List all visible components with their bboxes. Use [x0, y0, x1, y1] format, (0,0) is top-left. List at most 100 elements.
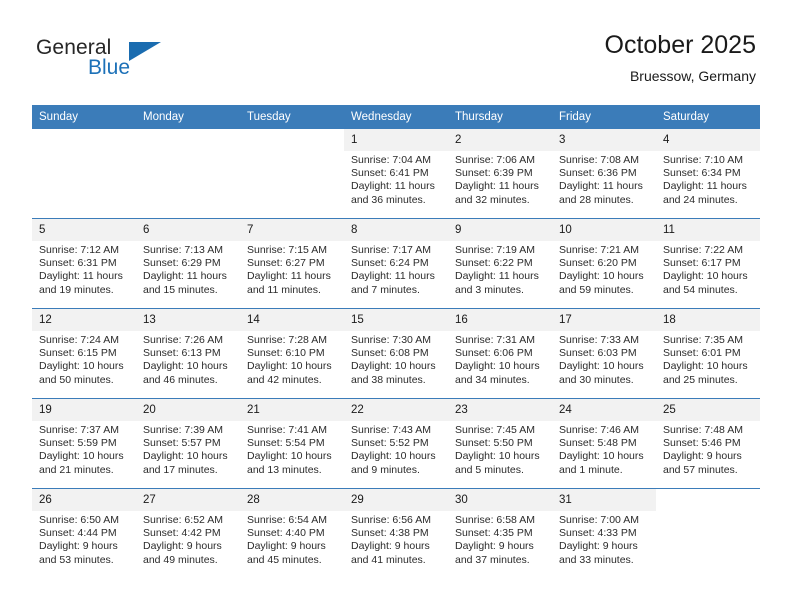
- day-info-line: Sunrise: 7:13 AM: [143, 244, 223, 256]
- day-info-line: Sunset: 6:34 PM: [663, 167, 741, 180]
- day-info-line: Sunset: 6:29 PM: [143, 257, 221, 270]
- day-number: 20: [136, 399, 240, 421]
- day-info-line: Daylight: 11 hours: [351, 270, 435, 283]
- calendar-day-cell[interactable]: 10 Sunrise: 7:21 AM Sunset: 6:20 PM Dayligh…: [552, 218, 656, 309]
- day-number: 1: [344, 129, 448, 151]
- calendar-day-cell[interactable]: 7 Sunrise: 7:15 AM Sunset: 6:27 PM Daylight…: [240, 218, 344, 309]
- day-info-line: and 28 minutes.: [559, 193, 634, 206]
- day-number: 10: [552, 219, 656, 241]
- calendar-day-cell[interactable]: 15 Sunrise: 7:30 AM Sunset: 6:08 PM Dayligh…: [344, 308, 448, 399]
- day-number: [656, 489, 760, 511]
- day-sun-info: Sunrise: 7:06 AM Sunset: 6:39 PM Daylight:…: [448, 151, 552, 207]
- day-sun-info: Sunrise: 6:54 AM Sunset: 4:40 PM Daylight:…: [240, 511, 344, 567]
- day-info-line: Daylight: 11 hours: [39, 270, 123, 283]
- weekday-header-saturday: Saturday: [656, 105, 760, 129]
- day-info-line: Sunrise: 7:31 AM: [455, 334, 535, 346]
- day-info-line: Sunrise: 7:30 AM: [351, 334, 431, 346]
- calendar-day-cell[interactable]: 22 Sunrise: 7:43 AM Sunset: 5:52 PM Dayligh…: [344, 398, 448, 489]
- day-number: 11: [656, 219, 760, 241]
- calendar-day-cell: [656, 488, 760, 578]
- calendar-day-cell[interactable]: 13 Sunrise: 7:26 AM Sunset: 6:13 PM Dayligh…: [136, 308, 240, 399]
- calendar-day-cell[interactable]: 26 Sunrise: 6:50 AM Sunset: 4:44 PM Dayligh…: [32, 488, 136, 578]
- day-sun-info: Sunrise: 7:39 AM Sunset: 5:57 PM Daylight:…: [136, 421, 240, 477]
- calendar-week-row: 19 Sunrise: 7:37 AM Sunset: 5:59 PM Dayligh…: [32, 398, 760, 489]
- calendar-day-cell[interactable]: 12 Sunrise: 7:24 AM Sunset: 6:15 PM Dayligh…: [32, 308, 136, 399]
- calendar-day-cell[interactable]: 31 Sunrise: 7:00 AM Sunset: 4:33 PM Dayligh…: [552, 488, 656, 578]
- day-info-line: and 7 minutes.: [351, 283, 420, 296]
- day-sun-info: Sunrise: 6:58 AM Sunset: 4:35 PM Daylight:…: [448, 511, 552, 567]
- day-sun-info: Sunrise: 7:21 AM Sunset: 6:20 PM Daylight:…: [552, 241, 656, 297]
- day-number: 8: [344, 219, 448, 241]
- day-sun-info: Sunrise: 7:08 AM Sunset: 6:36 PM Daylight:…: [552, 151, 656, 207]
- calendar-day-cell[interactable]: 27 Sunrise: 6:52 AM Sunset: 4:42 PM Dayligh…: [136, 488, 240, 578]
- page-title: October 2025: [604, 31, 757, 59]
- calendar-day-cell[interactable]: 5 Sunrise: 7:12 AM Sunset: 6:31 PM Daylight…: [32, 218, 136, 309]
- calendar-day-cell[interactable]: 16 Sunrise: 7:31 AM Sunset: 6:06 PM Dayligh…: [448, 308, 552, 399]
- day-info-line: and 1 minute.: [559, 463, 623, 476]
- day-info-line: Daylight: 10 hours: [143, 360, 228, 373]
- calendar-day-cell[interactable]: 11 Sunrise: 7:22 AM Sunset: 6:17 PM Dayligh…: [656, 218, 760, 309]
- day-info-line: and 37 minutes.: [455, 553, 530, 566]
- day-sun-info: Sunrise: 7:35 AM Sunset: 6:01 PM Daylight:…: [656, 331, 760, 387]
- day-sun-info: Sunrise: 7:12 AM Sunset: 6:31 PM Daylight:…: [32, 241, 136, 297]
- calendar-day-cell[interactable]: 9 Sunrise: 7:19 AM Sunset: 6:22 PM Daylight…: [448, 218, 552, 309]
- calendar-day-cell[interactable]: 14 Sunrise: 7:28 AM Sunset: 6:10 PM Dayligh…: [240, 308, 344, 399]
- day-number: 21: [240, 399, 344, 421]
- calendar-body: 1 Sunrise: 7:04 AM Sunset: 6:41 PM Daylight…: [32, 129, 760, 578]
- day-sun-info: Sunrise: 7:30 AM Sunset: 6:08 PM Daylight:…: [344, 331, 448, 387]
- day-info-line: Sunrise: 6:56 AM: [351, 514, 431, 526]
- day-sun-info: Sunrise: 7:37 AM Sunset: 5:59 PM Daylight:…: [32, 421, 136, 477]
- weekday-header-sunday: Sunday: [32, 105, 136, 129]
- weekday-header-tuesday: Tuesday: [240, 105, 344, 129]
- calendar-day-cell[interactable]: 8 Sunrise: 7:17 AM Sunset: 6:24 PM Daylight…: [344, 218, 448, 309]
- weekday-header-wednesday: Wednesday: [344, 105, 448, 129]
- day-info-line: Sunrise: 7:12 AM: [39, 244, 119, 256]
- day-sun-info: Sunrise: 7:22 AM Sunset: 6:17 PM Daylight:…: [656, 241, 760, 297]
- calendar-day-cell[interactable]: 21 Sunrise: 7:41 AM Sunset: 5:54 PM Dayligh…: [240, 398, 344, 489]
- day-info-line: and 33 minutes.: [559, 553, 634, 566]
- day-sun-info: Sunrise: 6:56 AM Sunset: 4:38 PM Daylight:…: [344, 511, 448, 567]
- day-info-line: Sunset: 6:10 PM: [247, 347, 325, 360]
- calendar-week-row: 5 Sunrise: 7:12 AM Sunset: 6:31 PM Daylight…: [32, 218, 760, 309]
- calendar-day-cell[interactable]: 18 Sunrise: 7:35 AM Sunset: 6:01 PM Dayligh…: [656, 308, 760, 399]
- calendar-day-cell[interactable]: 20 Sunrise: 7:39 AM Sunset: 5:57 PM Dayligh…: [136, 398, 240, 489]
- calendar-day-cell[interactable]: 1 Sunrise: 7:04 AM Sunset: 6:41 PM Daylight…: [344, 129, 448, 219]
- day-info-line: Sunset: 4:42 PM: [143, 527, 221, 540]
- day-info-line: Daylight: 11 hours: [455, 180, 539, 193]
- day-info-line: Sunset: 4:40 PM: [247, 527, 325, 540]
- calendar-day-cell[interactable]: 24 Sunrise: 7:46 AM Sunset: 5:48 PM Dayligh…: [552, 398, 656, 489]
- day-info-line: Daylight: 10 hours: [455, 360, 540, 373]
- calendar-day-cell[interactable]: 2 Sunrise: 7:06 AM Sunset: 6:39 PM Daylight…: [448, 129, 552, 219]
- calendar-day-cell[interactable]: 4 Sunrise: 7:10 AM Sunset: 6:34 PM Daylight…: [656, 129, 760, 219]
- day-info-line: Sunset: 6:08 PM: [351, 347, 429, 360]
- day-info-line: Sunset: 6:15 PM: [39, 347, 117, 360]
- calendar-page: General Blue October 2025 Bruessow, Germ…: [0, 0, 792, 612]
- triangle-flag-icon: [129, 42, 161, 61]
- day-info-line: Daylight: 10 hours: [247, 450, 332, 463]
- day-info-line: Daylight: 11 hours: [455, 270, 539, 283]
- day-sun-info: Sunrise: 7:15 AM Sunset: 6:27 PM Daylight:…: [240, 241, 344, 297]
- calendar-day-cell[interactable]: 29 Sunrise: 6:56 AM Sunset: 4:38 PM Dayligh…: [344, 488, 448, 578]
- day-sun-info: Sunrise: 7:19 AM Sunset: 6:22 PM Daylight:…: [448, 241, 552, 297]
- calendar-day-cell[interactable]: 28 Sunrise: 6:54 AM Sunset: 4:40 PM Dayligh…: [240, 488, 344, 578]
- weekday-header-friday: Friday: [552, 105, 656, 129]
- page-header: General Blue October 2025 Bruessow, Germ…: [0, 0, 792, 104]
- day-info-line: and 41 minutes.: [351, 553, 426, 566]
- day-info-line: Sunrise: 6:52 AM: [143, 514, 223, 526]
- brand-logo[interactable]: General Blue: [36, 36, 166, 82]
- day-number: 12: [32, 309, 136, 331]
- calendar-day-cell[interactable]: 19 Sunrise: 7:37 AM Sunset: 5:59 PM Dayligh…: [32, 398, 136, 489]
- day-info-line: Daylight: 9 hours: [143, 540, 222, 553]
- day-info-line: Sunset: 6:31 PM: [39, 257, 117, 270]
- calendar-day-cell[interactable]: 25 Sunrise: 7:48 AM Sunset: 5:46 PM Dayligh…: [656, 398, 760, 489]
- calendar-day-cell[interactable]: 3 Sunrise: 7:08 AM Sunset: 6:36 PM Daylight…: [552, 129, 656, 219]
- day-number: 26: [32, 489, 136, 511]
- day-sun-info: Sunrise: 6:52 AM Sunset: 4:42 PM Daylight:…: [136, 511, 240, 567]
- day-info-line: and 21 minutes.: [39, 463, 114, 476]
- calendar-day-cell[interactable]: 17 Sunrise: 7:33 AM Sunset: 6:03 PM Dayligh…: [552, 308, 656, 399]
- calendar-day-cell[interactable]: 6 Sunrise: 7:13 AM Sunset: 6:29 PM Daylight…: [136, 218, 240, 309]
- calendar-day-cell[interactable]: 23 Sunrise: 7:45 AM Sunset: 5:50 PM Dayligh…: [448, 398, 552, 489]
- day-info-line: Daylight: 10 hours: [143, 450, 228, 463]
- calendar-day-cell[interactable]: 30 Sunrise: 6:58 AM Sunset: 4:35 PM Dayligh…: [448, 488, 552, 578]
- day-number: 2: [448, 129, 552, 151]
